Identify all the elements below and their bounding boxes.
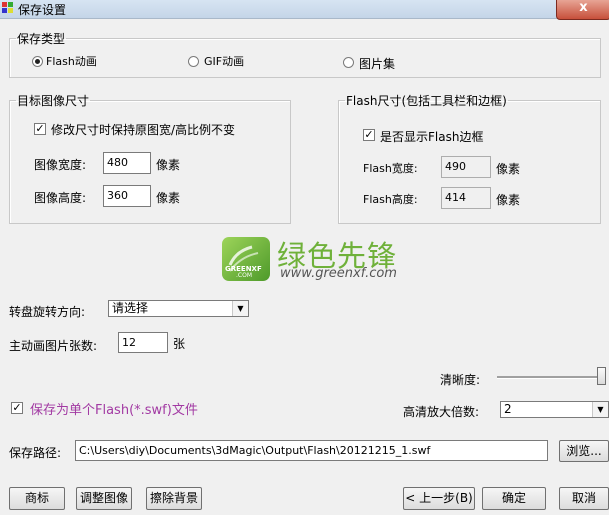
title-bar [0, 0, 609, 19]
radio-gif[interactable] [188, 56, 199, 67]
rotation-value: 请选择 [112, 301, 149, 315]
flash-height-unit: 像素 [496, 193, 521, 207]
browse-button[interactable]: 浏览... [559, 440, 609, 462]
zoom-select[interactable]: 2 ▼ [500, 401, 609, 418]
frame-count-field[interactable]: 12 [118, 332, 168, 353]
radio-flash[interactable] [32, 56, 43, 67]
zoom-label: 高清放大倍数: [403, 405, 480, 419]
close-button[interactable]: x [556, 0, 609, 20]
image-height-unit: 像素 [156, 191, 181, 205]
ok-button[interactable]: 确定 [482, 487, 546, 510]
chevron-down-icon: ▼ [232, 301, 248, 316]
rotation-label: 转盘旋转方向: [9, 305, 86, 319]
rotation-select[interactable]: 请选择 ▼ [108, 300, 249, 317]
logo-sub: .COM [236, 272, 252, 279]
image-height-field[interactable]: 360 [103, 185, 151, 207]
previous-step-button[interactable]: < 上一步(B) [403, 487, 475, 510]
remove-background-button[interactable]: 擦除背景 [146, 487, 202, 510]
flash-width-unit: 像素 [496, 162, 521, 176]
radio-image-set[interactable] [343, 57, 354, 68]
brand-url: www.greenxf.com [280, 266, 397, 281]
save-type-group: 保存类型 [9, 30, 601, 78]
cancel-button[interactable]: 取消 [559, 487, 609, 510]
chevron-down-icon: ▼ [592, 402, 608, 417]
keep-ratio-checkbox[interactable]: ✓ [34, 123, 46, 135]
radio-flash-label: Flash动画 [46, 55, 97, 68]
clarity-label: 清晰度: [440, 373, 481, 387]
zoom-value: 2 [504, 402, 512, 416]
flash-width-field: 490 [441, 156, 491, 178]
clarity-slider-track[interactable] [497, 376, 604, 379]
close-icon: x [579, 0, 588, 15]
save-path-label: 保存路径: [9, 446, 62, 460]
target-size-legend: 目标图像尺寸 [17, 94, 90, 108]
single-flash-checkbox[interactable]: ✓ [11, 402, 23, 414]
flash-height-field: 414 [441, 187, 491, 209]
adjust-image-button[interactable]: 调整图像 [76, 487, 132, 510]
show-border-checkbox[interactable]: ✓ [363, 129, 375, 141]
image-width-unit: 像素 [156, 158, 181, 172]
radio-image-set-label: 图片集 [359, 57, 396, 71]
trademark-button[interactable]: 商标 [9, 487, 65, 510]
frame-count-unit: 张 [173, 337, 186, 351]
flash-size-legend: Flash尺寸(包括工具栏和边框) [346, 94, 507, 108]
frame-count-label: 主动画图片张数: [9, 339, 98, 353]
image-width-field[interactable]: 480 [103, 152, 151, 174]
window-title: 保存设置 [18, 3, 67, 17]
app-icon [2, 2, 14, 14]
image-height-label: 图像高度: [34, 191, 87, 205]
keep-ratio-label: 修改尺寸时保持原图宽/高比例不变 [51, 123, 236, 137]
image-width-label: 图像宽度: [34, 158, 87, 172]
flash-width-label: Flash宽度: [363, 162, 418, 175]
greenxf-logo-icon: GREENXF .COM [222, 237, 270, 281]
save-type-legend: 保存类型 [17, 32, 66, 46]
clarity-slider-thumb[interactable] [597, 367, 606, 385]
flash-height-label: Flash高度: [363, 193, 418, 206]
radio-gif-label: GIF动画 [204, 55, 245, 68]
show-border-label: 是否显示Flash边框 [380, 130, 484, 144]
save-path-field[interactable]: C:\Users\diy\Documents\3dMagic\Output\Fl… [75, 440, 548, 461]
single-flash-label: 保存为单个Flash(*.swf)文件 [30, 403, 198, 418]
